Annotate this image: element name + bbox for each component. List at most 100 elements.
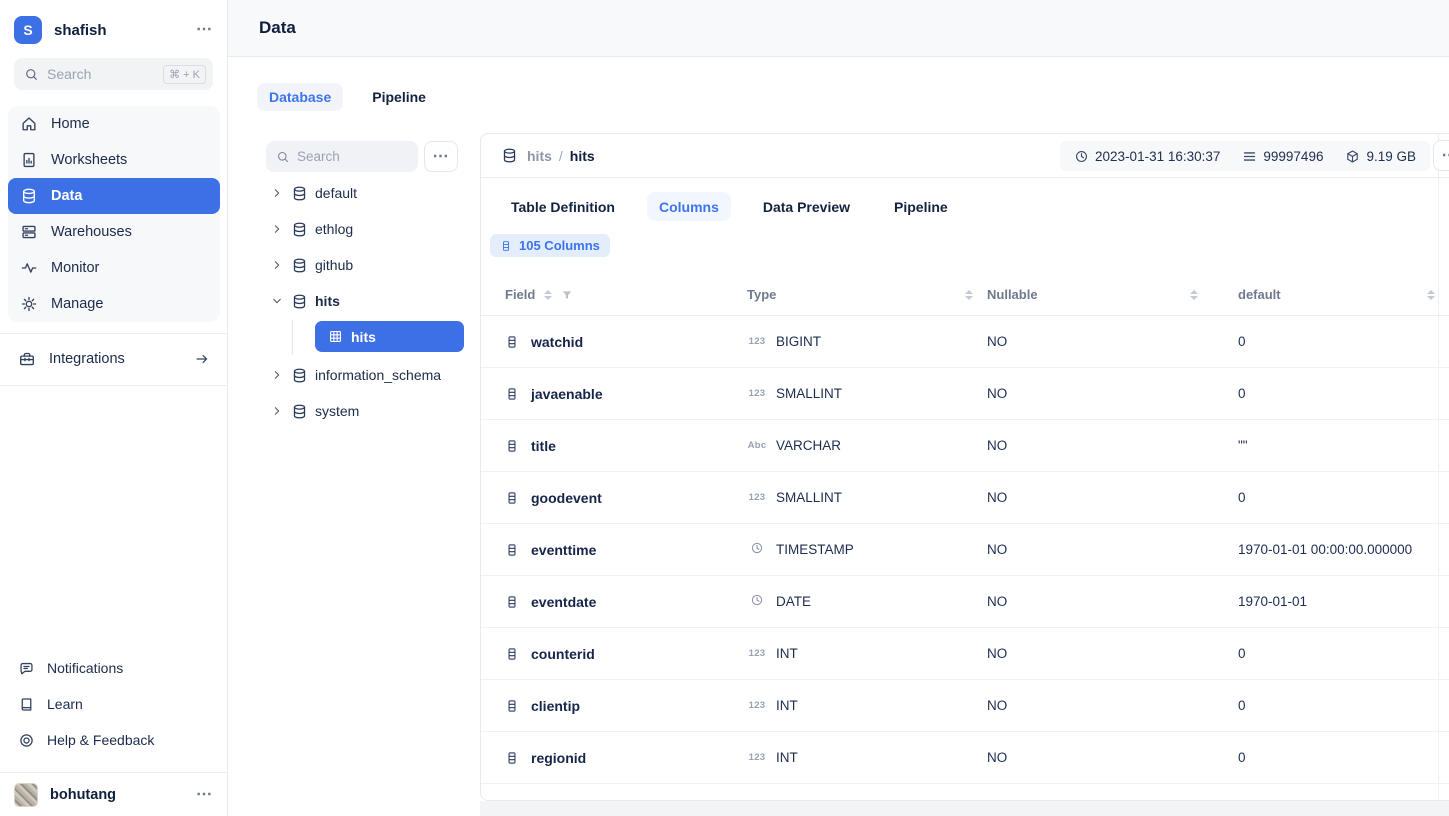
integrations-label: Integrations bbox=[49, 351, 194, 367]
workspace-switcher[interactable]: S shafish ⋯ bbox=[0, 12, 227, 48]
size-icon bbox=[1345, 149, 1360, 164]
notifications-icon bbox=[18, 660, 35, 677]
tree-node-github[interactable]: github bbox=[255, 247, 467, 283]
cell-field: eventtime bbox=[505, 542, 747, 558]
database-icon bbox=[291, 293, 308, 310]
tree-indent-guide bbox=[292, 320, 293, 354]
tree-node-information-schema[interactable]: information_schema bbox=[255, 357, 467, 393]
cell-nullable: NO bbox=[987, 646, 1238, 661]
tab-table-definition[interactable]: Table Definition bbox=[499, 192, 627, 221]
cell-field: title bbox=[505, 438, 747, 454]
type-name: INT bbox=[776, 698, 798, 713]
user-account[interactable]: bohutang ⋯ bbox=[0, 780, 227, 810]
tab-pipeline[interactable]: Pipeline bbox=[360, 83, 438, 111]
sidebar-footer-label: Learn bbox=[47, 696, 83, 712]
tab-pipeline[interactable]: Pipeline bbox=[882, 192, 960, 221]
tree-node-label: information_schema bbox=[315, 367, 441, 383]
sort-icon[interactable] bbox=[1427, 290, 1435, 300]
column-icon bbox=[505, 438, 519, 454]
workspace-menu-button[interactable]: ⋯ bbox=[196, 22, 213, 38]
global-search[interactable]: ⌘ + K bbox=[14, 58, 213, 90]
table-stats: 2023-01-31 16:30:37 99997496 9.19 GB bbox=[1060, 141, 1430, 171]
tree-search[interactable] bbox=[266, 141, 418, 172]
rows-icon bbox=[1242, 149, 1257, 164]
tree-search-input[interactable] bbox=[297, 149, 408, 164]
database-icon bbox=[20, 187, 38, 205]
sidebar-item-warehouses[interactable]: Warehouses bbox=[8, 214, 220, 250]
sidebar-item-manage[interactable]: Manage bbox=[8, 286, 220, 322]
sort-icon[interactable] bbox=[1190, 290, 1198, 300]
column-icon bbox=[505, 490, 519, 506]
header-field-label: Field bbox=[505, 287, 535, 302]
sidebar-item-worksheets[interactable]: Worksheets bbox=[8, 142, 220, 178]
column-icon bbox=[505, 334, 519, 350]
chevron-right-icon bbox=[271, 405, 283, 417]
tree-node-label: hits bbox=[315, 293, 340, 309]
global-search-input[interactable] bbox=[47, 66, 163, 82]
sidebar-item-label: Worksheets bbox=[51, 152, 127, 168]
user-name: bohutang bbox=[50, 787, 196, 803]
cell-nullable: NO bbox=[987, 490, 1238, 505]
sidebar-item-monitor[interactable]: Monitor bbox=[8, 250, 220, 286]
cell-default: "" bbox=[1238, 438, 1449, 453]
breadcrumb-separator: / bbox=[559, 148, 563, 164]
tree-node-system[interactable]: system bbox=[255, 393, 467, 429]
help-icon bbox=[18, 732, 35, 749]
breadcrumb-table: hits bbox=[570, 148, 595, 164]
tab-label: Pipeline bbox=[372, 89, 426, 105]
tree-node-hits[interactable]: hits bbox=[255, 283, 467, 319]
filter-icon[interactable] bbox=[561, 289, 573, 301]
chevron-right-icon bbox=[271, 259, 283, 271]
cell-nullable: NO bbox=[987, 698, 1238, 713]
type-kind: 123 bbox=[747, 336, 767, 347]
tab-columns[interactable]: Columns bbox=[647, 192, 731, 221]
sidebar-item-data[interactable]: Data bbox=[8, 178, 220, 214]
sidebar-item-notifications[interactable]: Notifications bbox=[8, 650, 220, 686]
sidebar-item-help-feedback[interactable]: Help & Feedback bbox=[8, 722, 220, 758]
tree-node-label: github bbox=[315, 257, 353, 273]
database-icon bbox=[291, 185, 308, 202]
table-detail-card: hits / hits 2023-01-31 16:30:37 99997496… bbox=[480, 133, 1449, 801]
table-actions-button[interactable]: ⋯ bbox=[1433, 140, 1449, 171]
sidebar: S shafish ⋯ ⌘ + K Home Worksheets DataWare… bbox=[0, 0, 228, 816]
user-menu-button[interactable]: ⋯ bbox=[196, 787, 213, 803]
tree-node-ethlog[interactable]: ethlog bbox=[255, 211, 467, 247]
clock-icon bbox=[750, 593, 764, 607]
tree-node-label: system bbox=[315, 403, 359, 419]
integrations-icon bbox=[18, 350, 36, 368]
stat-size: 9.19 GB bbox=[1345, 149, 1416, 164]
cell-default: 1970-01-01 bbox=[1238, 594, 1449, 609]
cell-field: goodevent bbox=[505, 490, 747, 506]
header-default-label: default bbox=[1238, 287, 1281, 302]
breadcrumb-database[interactable]: hits bbox=[527, 148, 552, 164]
tree-node-default[interactable]: default bbox=[255, 175, 467, 211]
tree-table-hits[interactable]: hits bbox=[315, 321, 464, 352]
header-type-label: Type bbox=[747, 287, 776, 302]
field-name: regionid bbox=[531, 750, 586, 766]
cell-type: 123INT bbox=[747, 750, 987, 765]
type-name: BIGINT bbox=[776, 334, 821, 349]
sort-icon[interactable] bbox=[544, 290, 552, 300]
stat-updated-value: 2023-01-31 16:30:37 bbox=[1095, 149, 1220, 164]
field-name: eventdate bbox=[531, 594, 596, 610]
clock-icon bbox=[750, 541, 764, 555]
tree-more-button[interactable]: ⋯ bbox=[424, 141, 458, 172]
columns-table-header: Field Type Nullable default bbox=[481, 274, 1449, 316]
column-icon bbox=[505, 386, 519, 402]
field-name: watchid bbox=[531, 334, 583, 350]
sort-icon[interactable] bbox=[965, 290, 973, 300]
cell-field: regionid bbox=[505, 750, 747, 766]
sidebar-item-integrations[interactable]: Integrations bbox=[8, 340, 220, 378]
cell-nullable: NO bbox=[987, 750, 1238, 765]
column-icon bbox=[505, 750, 519, 766]
sidebar-item-home[interactable]: Home bbox=[8, 106, 220, 142]
sidebar-item-learn[interactable]: Learn bbox=[8, 686, 220, 722]
sidebar-item-label: Manage bbox=[51, 296, 103, 312]
cell-type: 123INT bbox=[747, 698, 987, 713]
tab-data-preview[interactable]: Data Preview bbox=[751, 192, 862, 221]
database-icon bbox=[291, 221, 308, 238]
cell-default: 0 bbox=[1238, 490, 1449, 505]
column-icon bbox=[505, 646, 519, 662]
cell-nullable: NO bbox=[987, 542, 1238, 557]
tab-database[interactable]: Database bbox=[257, 83, 343, 111]
